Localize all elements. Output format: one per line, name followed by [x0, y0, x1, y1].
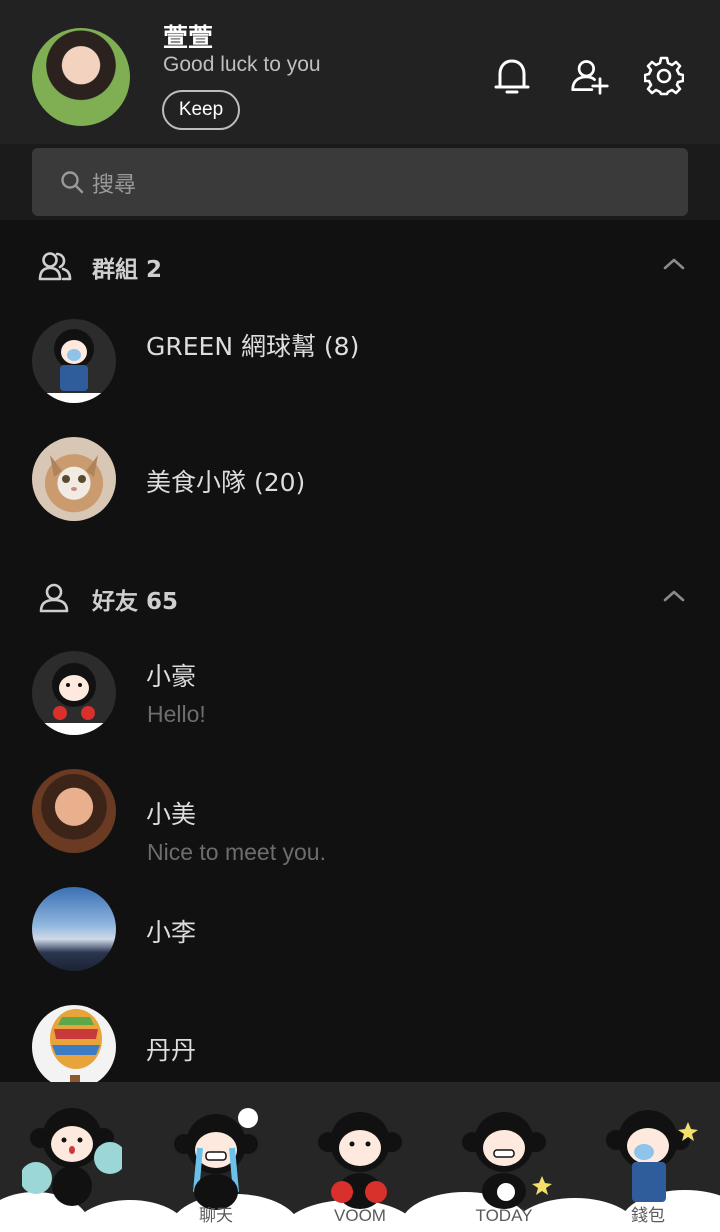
search-input[interactable]: 搜尋 [32, 148, 688, 216]
friend-name: 小李 [146, 918, 197, 947]
friend-name: 小美 [146, 800, 197, 829]
bottom-tab-bar: 聊天 VOOM TODAY 錢包 [0, 1082, 720, 1232]
keep-button[interactable]: Keep [162, 90, 240, 130]
tab-label: 錢包 [631, 1206, 665, 1225]
group-row[interactable]: 美食小隊 (20) [0, 437, 720, 547]
chevron-up-icon[interactable] [662, 256, 686, 270]
friend-row[interactable]: 小豪 Hello! [0, 651, 720, 761]
bell-icon[interactable] [492, 55, 532, 97]
monkey-wallet-icon [606, 1110, 698, 1202]
add-friend-icon[interactable] [570, 55, 610, 97]
tab-label: VOOM [334, 1206, 386, 1225]
friend-avatar [32, 651, 116, 735]
groups-section-title: 群組 2 [92, 257, 163, 283]
profile-avatar[interactable] [32, 28, 130, 126]
tab-voom[interactable]: VOOM [288, 1082, 432, 1232]
monkey-crying-icon [174, 1108, 258, 1210]
group-avatar [32, 319, 116, 403]
chevron-up-icon[interactable] [662, 588, 686, 602]
monkey-pompom-icon [22, 1108, 122, 1206]
cat-photo-icon [50, 455, 98, 491]
friend-row[interactable]: 小李 [0, 887, 720, 997]
group-avatar [32, 437, 116, 521]
search-placeholder: 搜尋 [92, 173, 137, 198]
friend-avatar [32, 769, 116, 853]
friend-avatar [32, 1005, 116, 1089]
tab-home[interactable] [0, 1082, 144, 1232]
friend-name: 小豪 [146, 662, 197, 691]
search-icon [61, 171, 84, 194]
hot-air-balloon-icon [50, 1009, 102, 1083]
profile-status-message[interactable]: Good luck to you [163, 53, 321, 77]
group-row[interactable]: GREEN 網球幫 (8) [0, 319, 720, 429]
group-name: 美食小隊 (20) [146, 468, 306, 497]
friend-name: 丹丹 [146, 1036, 197, 1065]
groups-section-header[interactable]: 群組 2 [0, 236, 720, 296]
group-icon [38, 252, 72, 281]
friend-row[interactable]: 小美 Nice to meet you. [0, 769, 720, 879]
tab-label: TODAY [475, 1206, 533, 1225]
monkey-sticker-icon [32, 663, 116, 735]
friends-section-title: 好友 65 [92, 589, 179, 615]
friend-status-message: Nice to meet you. [147, 839, 326, 865]
monkey-boxing-icon [318, 1112, 402, 1209]
monkey-sticker-icon [36, 329, 112, 403]
tab-label: 聊天 [199, 1206, 233, 1225]
tab-wallet[interactable]: 錢包 [576, 1082, 720, 1232]
profile-header: 萱萱 Good luck to you Keep [0, 0, 720, 144]
tab-chats[interactable]: 聊天 [144, 1082, 288, 1232]
monkey-thinking-icon [462, 1112, 552, 1209]
tab-today[interactable]: TODAY [432, 1082, 576, 1232]
friends-section-header[interactable]: 好友 65 [0, 568, 720, 628]
group-name: GREEN 網球幫 (8) [146, 332, 360, 361]
search-bar-container: 搜尋 [0, 144, 720, 220]
friend-icon [39, 583, 69, 613]
friend-avatar [32, 887, 116, 971]
settings-gear-icon[interactable] [644, 55, 684, 97]
profile-name[interactable]: 萱萱 [163, 18, 213, 54]
friend-status-message: Hello! [147, 701, 206, 727]
